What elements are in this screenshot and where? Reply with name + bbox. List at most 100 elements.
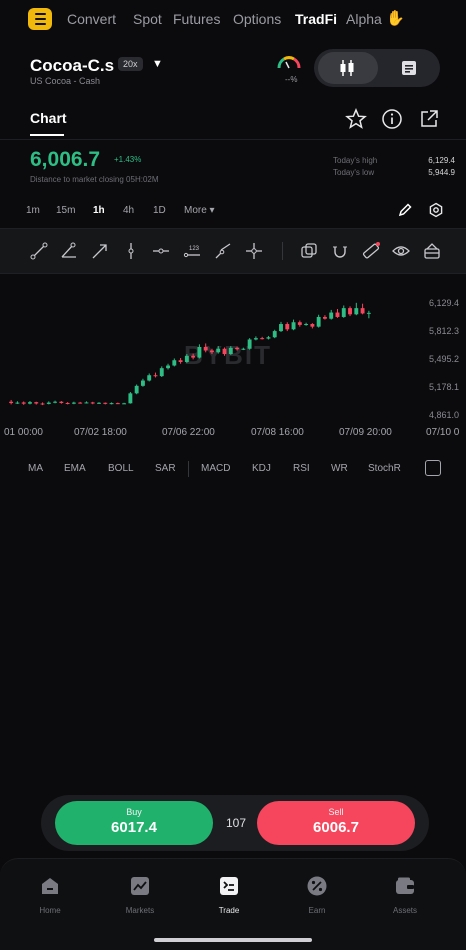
candle-body: [65, 402, 70, 404]
x-axis-label-1: 07/02 18:00: [74, 427, 127, 438]
orderbook-view-icon[interactable]: [400, 59, 418, 77]
bottom-nav-markets[interactable]: Markets: [110, 906, 170, 915]
delete-drawings-icon[interactable]: [422, 241, 442, 261]
indicator-macd[interactable]: MACD: [201, 463, 230, 474]
trend-line-tool-icon[interactable]: [29, 241, 49, 261]
nav-tab-spot[interactable]: Spot: [133, 11, 162, 27]
bottom-nav-trade[interactable]: Trade: [199, 906, 259, 915]
candle-body: [297, 322, 302, 325]
earn-icon[interactable]: [306, 875, 328, 897]
bottom-nav-assets[interactable]: Assets: [375, 906, 435, 915]
alpha-hand-icon: ✋: [386, 10, 405, 27]
indicator-separator: [188, 461, 189, 477]
nav-tab-convert[interactable]: Convert: [67, 11, 116, 27]
indicator-ema[interactable]: EMA: [64, 463, 86, 474]
bottom-nav-home[interactable]: Home: [20, 906, 80, 915]
y-axis-label-3: 5,178.1: [429, 382, 460, 392]
candle-body: [222, 348, 227, 355]
vertical-line-tool-icon[interactable]: [121, 241, 141, 261]
visibility-eye-icon[interactable]: [391, 241, 411, 261]
symbol-dropdown-icon[interactable]: ▼: [152, 58, 163, 70]
interval-1h[interactable]: 1h: [93, 205, 105, 216]
fullscreen-icon[interactable]: [425, 460, 441, 476]
interval-more-dropdown[interactable]: More ▾: [184, 205, 215, 216]
indicator-wr[interactable]: WR: [331, 463, 348, 474]
candle-body: [178, 360, 183, 362]
candlestick-chart[interactable]: [0, 274, 466, 444]
star-icon[interactable]: [345, 108, 367, 130]
horizontal-line-tool-icon[interactable]: [151, 241, 171, 261]
angle-tool-icon[interactable]: [59, 241, 79, 261]
price-range-tool-icon[interactable]: 123: [182, 241, 202, 261]
candle-body: [97, 402, 101, 404]
candle-body: [59, 401, 64, 403]
nav-tab-futures[interactable]: Futures: [173, 11, 220, 27]
interval-4h[interactable]: 4h: [123, 205, 134, 216]
candle-body: [348, 308, 352, 315]
sell-price: 6006.7: [313, 819, 359, 836]
todays-low-value: 5,944.9: [428, 168, 455, 177]
candle-body: [21, 402, 26, 404]
candle-body: [134, 385, 139, 394]
candle-body: [354, 308, 359, 315]
trade-quantity[interactable]: 107: [226, 816, 246, 830]
y-axis-label-0: 6,129.4: [429, 298, 460, 308]
sell-button[interactable]: Sell 6006.7: [257, 801, 415, 845]
candle-body: [90, 402, 95, 404]
home-icon[interactable]: [39, 875, 61, 897]
buy-price: 6017.4: [111, 819, 157, 836]
indicator-boll[interactable]: BOLL: [108, 463, 134, 474]
market-closing-note: Distance to market closing 05H:02M: [30, 175, 159, 184]
layers-tool-icon[interactable]: [299, 241, 319, 261]
magnet-tool-icon[interactable]: [330, 241, 350, 261]
trade-icon[interactable]: [218, 875, 240, 897]
candle-body: [46, 402, 51, 404]
x-axis-label-0: 01 00:00: [4, 427, 43, 438]
gauge-value: --%: [285, 75, 298, 84]
interval-1m[interactable]: 1m: [26, 205, 40, 216]
pencil-icon[interactable]: [397, 202, 413, 218]
crosshair-tool-icon[interactable]: [244, 241, 264, 261]
candle-body: [140, 380, 145, 386]
indicator-sar[interactable]: SAR: [155, 463, 176, 474]
nav-tab-alpha[interactable]: Alpha: [346, 11, 382, 27]
x-axis-label-3: 07/08 16:00: [251, 427, 304, 438]
interval-1d[interactable]: 1D: [153, 205, 166, 216]
indicator-rsi[interactable]: RSI: [293, 463, 310, 474]
tab-chart[interactable]: Chart: [30, 110, 67, 126]
buy-label: Buy: [126, 807, 142, 817]
candle-body: [40, 403, 45, 405]
candle-body: [260, 338, 265, 340]
indicator-kdj[interactable]: KDJ: [252, 463, 271, 474]
candle-body: [210, 350, 214, 353]
candle-body: [228, 347, 233, 355]
buy-button[interactable]: Buy 6017.4: [55, 801, 213, 845]
ruler-tool-icon[interactable]: [361, 241, 381, 261]
candle-body: [166, 365, 170, 369]
nav-tab-options[interactable]: Options: [233, 11, 281, 27]
info-icon[interactable]: [381, 108, 403, 130]
candle-body: [241, 348, 246, 350]
assets-icon[interactable]: [394, 875, 416, 897]
todays-high-value: 6,129.4: [428, 156, 455, 165]
svg-text:123: 123: [189, 246, 200, 252]
ray-tool-icon[interactable]: [90, 241, 110, 261]
indicator-stochr[interactable]: StochR: [368, 463, 401, 474]
parallel-channel-tool-icon[interactable]: [213, 241, 233, 261]
candle-body: [335, 312, 340, 317]
bottom-nav: [0, 858, 466, 950]
candle-body: [253, 338, 258, 340]
price-change: +1.43%: [114, 155, 142, 164]
indicator-ma[interactable]: MA: [28, 463, 43, 474]
candle-body: [291, 322, 296, 330]
candle-body: [184, 355, 189, 362]
symbol-name[interactable]: Cocoa-C.s: [30, 56, 114, 76]
nav-tab-tradfi[interactable]: TradFi: [295, 11, 337, 27]
chart-settings-icon[interactable]: [428, 202, 444, 218]
bottom-nav-earn[interactable]: Earn: [287, 906, 347, 915]
markets-icon[interactable]: [129, 875, 151, 897]
candle-body: [34, 402, 39, 404]
interval-15m[interactable]: 15m: [56, 205, 75, 216]
menu-icon[interactable]: [28, 8, 52, 30]
share-icon[interactable]: [418, 108, 440, 130]
